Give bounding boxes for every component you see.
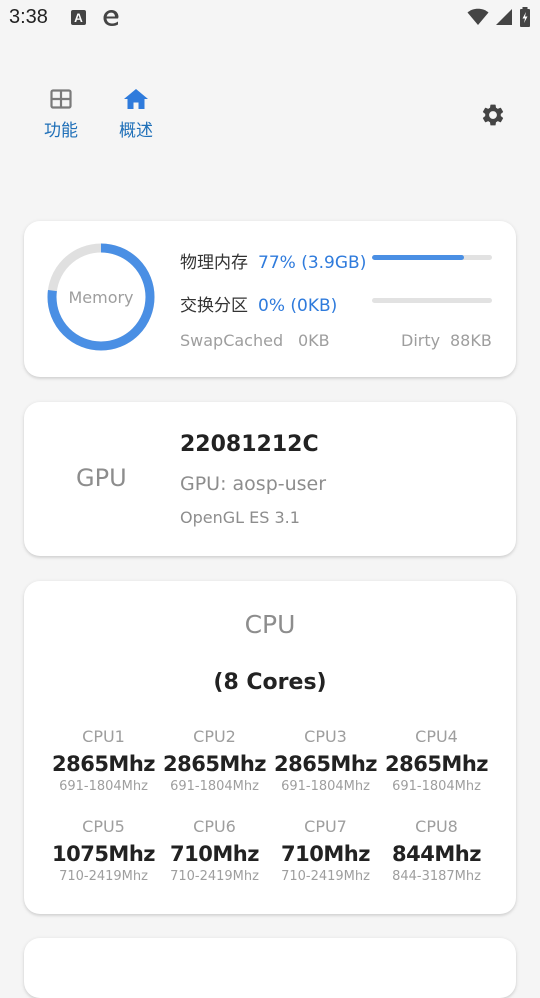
cpu-core-name: CPU8 — [415, 817, 458, 836]
cpu-card[interactable]: CPU (8 Cores) CPU1 2865Mhz 691-1804Mhz C… — [24, 581, 516, 914]
donut-label: Memory — [68, 287, 134, 307]
cpu-core: CPU3 2865Mhz 691-1804Mhz — [270, 727, 381, 795]
cpu-core-name: CPU2 — [193, 727, 236, 746]
cpu-core: CPU2 2865Mhz 691-1804Mhz — [159, 727, 270, 795]
memory-donut: Memory — [45, 241, 157, 353]
cpu-core-name: CPU1 — [82, 727, 125, 746]
swap-row: 交换分区 0% (0KB) — [180, 291, 337, 316]
swap-value: 0% (0KB) — [258, 296, 338, 316]
status-bar: 3:38 A — [0, 0, 540, 36]
cpu-core-range: 691-1804Mhz — [59, 779, 148, 794]
cpu-core-freq: 2865Mhz — [384, 752, 489, 776]
edge-browser-icon — [101, 9, 121, 26]
cpu-core-freq: 1075Mhz — [51, 842, 156, 866]
cpu-core: CPU6 710Mhz 710-2419Mhz — [159, 817, 270, 885]
cpu-core-name: CPU3 — [304, 727, 347, 746]
cpu-core: CPU8 844Mhz 844-3187Mhz — [381, 817, 492, 885]
swap-bar — [372, 298, 492, 303]
cpu-core-freq: 710Mhz — [281, 842, 370, 866]
cpu-title: CPU — [244, 610, 296, 639]
cpu-core-name: CPU5 — [82, 817, 125, 836]
cpu-core-freq: 2865Mhz — [51, 752, 156, 776]
cpu-core: CPU5 1075Mhz 710-2419Mhz — [48, 817, 159, 885]
tab-overview[interactable]: 概述 — [106, 86, 166, 141]
physical-memory-bar — [372, 255, 492, 260]
home-icon — [123, 86, 149, 112]
tab-features[interactable]: 功能 — [31, 86, 91, 141]
cpu-core-range: 710-2419Mhz — [59, 869, 148, 884]
gpu-vendor: GPU: aosp-user — [180, 473, 327, 495]
cpu-core: CPU7 710Mhz 710-2419Mhz — [270, 817, 381, 885]
physical-memory-label: 物理内存 — [180, 253, 248, 273]
gear-icon — [480, 102, 506, 132]
cpu-core-name: CPU7 — [304, 817, 347, 836]
cpu-core-freq: 2865Mhz — [273, 752, 378, 776]
physical-memory-row: 物理内存 77% (3.9GB) — [180, 248, 366, 273]
tab-overview-label: 概述 — [119, 121, 153, 141]
gpu-model: 22081212C — [180, 432, 319, 457]
settings-button[interactable] — [478, 102, 508, 132]
cpu-core-range: 710-2419Mhz — [281, 869, 370, 884]
dirty-label: Dirty — [401, 331, 441, 350]
physical-memory-bar-fill — [372, 255, 465, 260]
battery-charging-icon — [519, 7, 531, 31]
cpu-core-range: 691-1804Mhz — [170, 779, 259, 794]
swapcached-value: 0KB — [298, 331, 330, 350]
cpu-core-range: 691-1804Mhz — [281, 779, 370, 794]
gpu-card[interactable]: GPU 22081212C GPU: aosp-user OpenGL ES 3… — [24, 402, 516, 556]
swap-label: 交换分区 — [180, 296, 248, 316]
cell-signal-icon — [495, 8, 513, 30]
memory-card[interactable]: Memory 物理内存 77% (3.9GB) 交换分区 0% (0KB) Swap… — [24, 221, 516, 377]
cpu-core-range: 691-1804Mhz — [392, 779, 481, 794]
cpu-core-count: (8 Cores) — [213, 670, 327, 695]
cpu-core: CPU4 2865Mhz 691-1804Mhz — [381, 727, 492, 795]
cpu-core-name: CPU4 — [415, 727, 458, 746]
dirty-value: 88KB — [450, 331, 492, 350]
cpu-core-range: 710-2419Mhz — [170, 869, 259, 884]
cpu-core: CPU1 2865Mhz 691-1804Mhz — [48, 727, 159, 795]
tab-features-label: 功能 — [44, 121, 78, 141]
status-time: 3:38 — [9, 6, 48, 28]
text-a-icon: A — [70, 9, 87, 26]
cpu-core-range: 844-3187Mhz — [392, 869, 481, 884]
cpu-core-freq: 710Mhz — [170, 842, 259, 866]
grid-icon — [48, 86, 74, 112]
cpu-core-freq: 844Mhz — [392, 842, 481, 866]
next-card[interactable] — [24, 938, 516, 998]
svg-text:A: A — [74, 11, 83, 25]
top-nav: 功能 概述 — [0, 80, 540, 150]
gpu-opengl-version: OpenGL ES 3.1 — [180, 508, 300, 527]
physical-memory-value: 77% (3.9GB) — [258, 253, 367, 273]
wifi-icon — [467, 8, 489, 30]
swapcached-label: SwapCached — [180, 331, 284, 350]
gpu-label: GPU — [76, 464, 127, 492]
cpu-core-freq: 2865Mhz — [162, 752, 267, 776]
cpu-core-name: CPU6 — [193, 817, 236, 836]
